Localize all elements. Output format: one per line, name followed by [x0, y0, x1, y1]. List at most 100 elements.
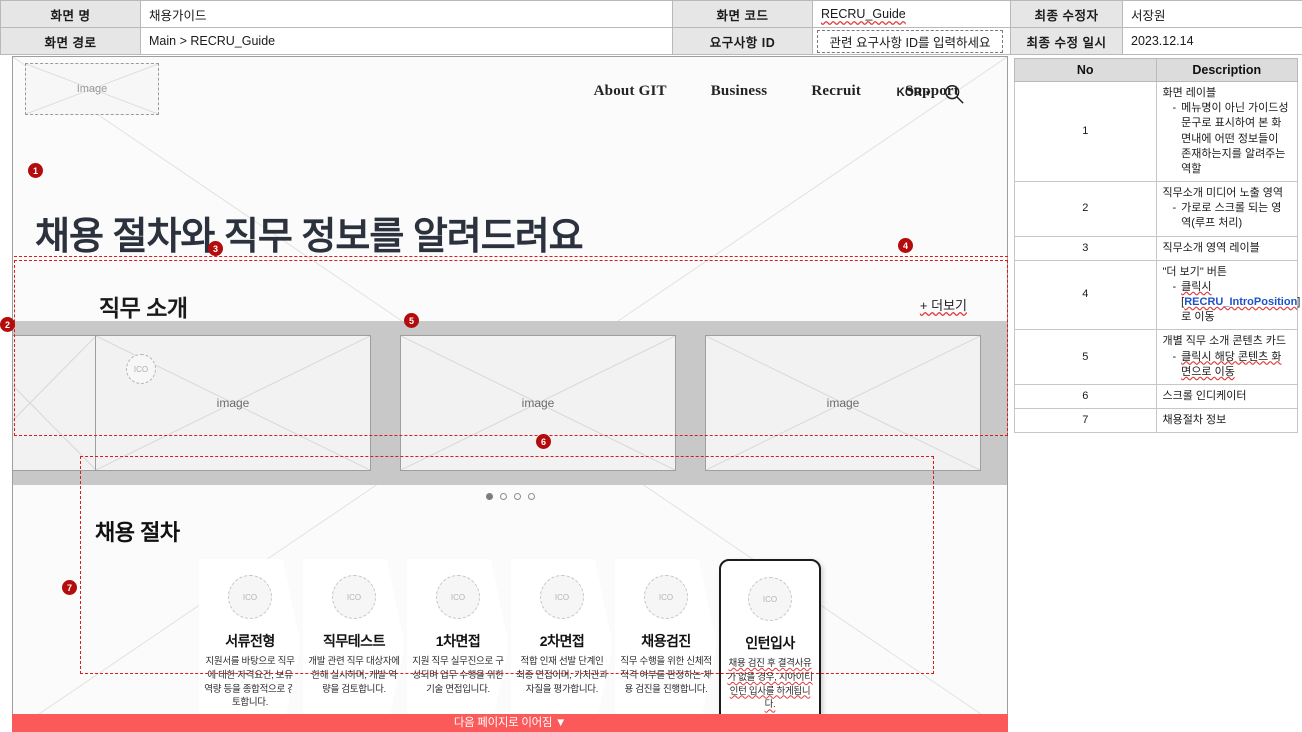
row-description: 직무소개 미디어 노출 영역 - 가로로 스크롤 되는 영역(루프 처리) [1155, 181, 1298, 237]
row-number: 4 [1014, 259, 1157, 331]
chevron-down-icon: ▼ [924, 89, 932, 98]
step-description: 적합 인재 선발 단계인 최종 면접이며, 가치관과 자질을 평가합니다. [516, 656, 608, 695]
carousel-card-partial-left[interactable] [13, 335, 97, 471]
nav-item-business[interactable]: Business [711, 83, 768, 100]
step-name: 인턴입사 [745, 635, 795, 651]
row-number: 6 [1014, 383, 1157, 410]
scroll-dot-2[interactable] [499, 493, 507, 500]
nav-item-about-git[interactable]: About GIT [594, 83, 667, 100]
marker-5: 5 [404, 313, 419, 328]
row-number: 2 [1014, 181, 1157, 237]
row-number: 7 [1014, 408, 1157, 434]
meta-value-screen-name: 채용가이드 [140, 0, 673, 28]
row-subtext-value: 메뉴명이 아닌 가이드성 문구로 표시하여 본 화면내에 어떤 정보들이 존재하… [1181, 102, 1289, 175]
hero-title-block: 채용 절차와 직무 정보를 알려드려요 [35, 205, 584, 260]
column-header-no: No [1014, 58, 1157, 82]
language-selector[interactable]: KOR ▼ [897, 87, 932, 99]
row-title: 직무소개 미디어 노출 영역 [1162, 187, 1284, 200]
language-label: KOR [896, 87, 923, 99]
step-name: 직무테스트 [323, 633, 385, 649]
step-description: 직무 수행을 위한 신체적 적격 여부를 판정하는 채용 검진을 진행합니다. [620, 656, 712, 695]
meta-value-last-modified: 2023.12.14 [1122, 27, 1302, 55]
step-description: 지원 직무 실무진으로 구성되며 업무 수행을 위한 기술 면접입니다. [412, 656, 504, 695]
carousel-card-label: image [826, 396, 860, 410]
row-description: 채용절차 정보 [1155, 408, 1298, 434]
row-number: 1 [1014, 80, 1157, 183]
step-ico-placeholder: ICO [436, 575, 480, 619]
marker-2: 2 [0, 317, 15, 332]
dash-bullet-icon: - [1172, 102, 1177, 115]
step-name: 채용검진 [641, 633, 691, 649]
description-header-row: No Description [1014, 58, 1298, 82]
row-title: 화면 레이블 [1162, 87, 1217, 99]
marker-4: 4 [898, 238, 913, 253]
marker-1: 1 [28, 163, 43, 178]
step-ico-placeholder: ICO [644, 575, 688, 619]
step-description: 채용 검진 후 결격사유가 없을 경우, 지아이티 인턴 입사를 하게됩니다. [726, 657, 814, 712]
row-description: 직무소개 영역 레이블 [1155, 235, 1298, 261]
meta-row-1: 화면 명 채용가이드 화면 코드 RECRU_Guide 최종 수정자 서장원 [0, 0, 1302, 28]
search-icon[interactable] [943, 83, 965, 105]
screen-mockup: Image About GIT Business Recruit Support… [12, 56, 1008, 732]
row-title: 직무소개 영역 레이블 [1162, 241, 1260, 254]
carousel-card-3[interactable]: image [705, 335, 981, 471]
row-title: 채용절차 정보 [1162, 414, 1227, 427]
step-name: 서류전형 [225, 633, 275, 649]
carousel-card-1[interactable]: ICO image [95, 335, 371, 471]
marker-6: 6 [536, 434, 551, 449]
more-button[interactable]: + 더보기 [920, 295, 967, 314]
table-row: 5 개별 직무 소개 콘텐츠 카드 - 클릭시 해당 콘텐츠 화면으로 이동 [1014, 329, 1298, 385]
step-description-text: 채용 검진 후 결격사유가 없을 경우, 지아이티 인턴 입사를 하게됩니다. [727, 658, 813, 711]
meta-value-requirement-id: 관련 요구사항 ID를 입력하세요 [812, 27, 1011, 55]
meta-label-requirement-id: 요구사항 ID [672, 27, 813, 55]
requirement-id-input[interactable]: 관련 요구사항 ID를 입력하세요 [817, 29, 1003, 53]
meta-label-screen-name: 화면 명 [0, 0, 141, 28]
section-label-recruit-process: 채용 절차 [95, 520, 180, 545]
requirement-link[interactable]: RECRU_IntroPosition [1184, 296, 1297, 308]
process-step-second-interview[interactable]: ICO 2차면접 적합 인재 선발 단계인 최종 면접이며, 가치관과 자질을 … [511, 559, 613, 731]
step-name: 2차면접 [539, 633, 585, 649]
row-title: 스크롤 인디케이터 [1162, 389, 1247, 402]
carousel-card-2[interactable]: image [400, 335, 676, 471]
screen-code-text: RECRU_Guide [821, 7, 906, 21]
table-row: 6 스크롤 인디케이터 [1014, 383, 1298, 410]
meta-value-screen-code: RECRU_Guide [812, 0, 1011, 28]
description-table: No Description 1 화면 레이블 - 메뉴명이 아닌 가이드성 문구… [1014, 58, 1301, 434]
meta-label-screen-code: 화면 코드 [672, 0, 813, 28]
row-subtext-value: 클릭시 해당 콘텐츠 화면으로 이동 [1181, 350, 1282, 378]
row-subtext-value: 가로로 스크롤 되는 영역(루프 처리) [1181, 202, 1282, 230]
scroll-dot-4[interactable] [527, 493, 535, 500]
column-header-description: Description [1155, 58, 1298, 82]
marker-3: 3 [208, 241, 223, 256]
next-page-bar[interactable]: 다음 페이지로 이어짐 ▼ [12, 714, 1008, 732]
carousel-card-label: image [216, 396, 250, 410]
process-step-job-test[interactable]: ICO 직무테스트 개발 관련 직무 대상자에 한해 실시하며, 개발 역량을 … [303, 559, 405, 731]
screen-path-text: Main > RECRU_Guide [149, 34, 276, 48]
step-name: 1차면접 [435, 633, 481, 649]
job-intro-carousel[interactable]: ICO image image image [13, 321, 1007, 485]
table-row: 7 채용절차 정보 [1014, 408, 1298, 434]
nav-item-recruit[interactable]: Recruit [811, 83, 861, 100]
process-step-document[interactable]: ICO 서류전형 지원서를 바탕으로 직무에 대한 자격요건, 보유역량 등을 … [199, 559, 301, 731]
dash-bullet-icon: - [1172, 280, 1177, 293]
scroll-dot-1[interactable] [485, 493, 493, 500]
row-number: 5 [1014, 329, 1157, 385]
table-row: 4 "더 보기" 버튼 - 클릭시 [RECRU_IntroPosition]로 … [1014, 259, 1301, 331]
row-subtext: - 가로로 스크롤 되는 영역(루프 처리) [1163, 201, 1292, 231]
process-step-health-check[interactable]: ICO 채용검진 직무 수행을 위한 신체적 적격 여부를 판정하는 채용 검진… [615, 559, 717, 731]
placeholder-cross-icon [13, 336, 96, 470]
scroll-dot-3[interactable] [513, 493, 521, 500]
dash-bullet-icon: - [1172, 350, 1177, 363]
row-subtext: - 클릭시 해당 콘텐츠 화면으로 이동 [1163, 350, 1292, 380]
row-number: 3 [1014, 235, 1157, 261]
scroll-indicator[interactable] [13, 493, 1007, 500]
row-title: "더 보기" 버튼 [1162, 265, 1228, 278]
table-row: 3 직무소개 영역 레이블 [1014, 235, 1298, 261]
row-subtext: - 클릭시 [RECRU_IntroPosition]로 이동 [1163, 280, 1301, 326]
row-description: "더 보기" 버튼 - 클릭시 [RECRU_IntroPosition]로 이동 [1155, 259, 1301, 331]
process-step-intern-join[interactable]: ICO 인턴입사 채용 검진 후 결격사유가 없을 경우, 지아이티 인턴 입사… [719, 559, 821, 731]
step-ico-placeholder: ICO [748, 577, 792, 621]
carousel-card-label: image [521, 396, 555, 410]
process-step-first-interview[interactable]: ICO 1차면접 지원 직무 실무진으로 구성되며 업무 수행을 위한 기술 면… [407, 559, 509, 731]
section-label-job-intro: 직무 소개 [99, 295, 188, 321]
